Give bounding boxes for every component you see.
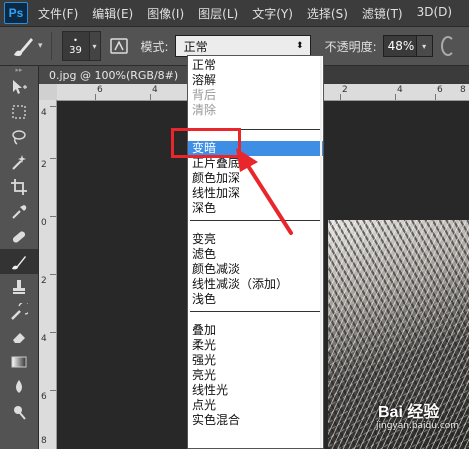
opacity-label: 不透明度: xyxy=(324,39,377,54)
blend-hard-light[interactable]: 强光 xyxy=(188,353,323,368)
menu-file[interactable]: 文件(F) xyxy=(38,5,78,22)
ruler-tick-label: 4 xyxy=(397,85,403,95)
divider xyxy=(50,32,52,60)
blend-normal[interactable]: 正常 xyxy=(188,58,323,73)
brush-tool-preset-icon[interactable] xyxy=(10,33,36,59)
tools-panel: ▸▸ xyxy=(0,66,39,449)
blend-mode-dropdown: 正常 溶解 背后 清除 变暗 正片叠底 颜色加深 线性加深 深色 变亮 滤色 颜… xyxy=(187,55,324,449)
blend-color-dodge[interactable]: 颜色减淡 xyxy=(188,262,323,277)
ruler-tick-label: 2 xyxy=(342,85,348,95)
menu-layer[interactable]: 图层(L) xyxy=(198,5,238,22)
mode-label: 模式: xyxy=(140,39,169,54)
lasso-tool-icon[interactable] xyxy=(0,124,38,149)
ruler-tick xyxy=(50,332,56,333)
ruler-tick xyxy=(50,390,56,391)
menu-bar: Ps 文件(F) 编辑(E) 图像(I) 图层(L) 文字(Y) 选择(S) 滤… xyxy=(0,0,469,27)
eyedropper-tool-icon[interactable] xyxy=(0,199,38,224)
pressure-opacity-icon[interactable] xyxy=(440,36,455,56)
ruler-tick xyxy=(50,158,56,159)
menu-scrollbar[interactable] xyxy=(320,56,322,448)
ruler-tick xyxy=(50,106,56,107)
blend-overlay[interactable]: 叠加 xyxy=(188,323,323,338)
menu-image[interactable]: 图像(I) xyxy=(147,5,184,22)
brush-size-caret-icon[interactable]: ▾ xyxy=(89,31,101,61)
menu-select[interactable]: 选择(S) xyxy=(307,5,348,22)
blend-hard-mix[interactable]: 实色混合 xyxy=(188,413,323,428)
ruler-tick-label: 6 xyxy=(97,85,103,95)
blend-pin-light[interactable]: 点光 xyxy=(188,398,323,413)
ruler-tick xyxy=(150,94,151,100)
opacity-input[interactable]: 48% xyxy=(382,35,417,57)
blend-linear-dodge[interactable]: 线性减淡（添加） xyxy=(188,277,323,292)
baidu-watermark: Bai 经验 xyxy=(378,404,440,421)
ruler-tick-label: 2 xyxy=(41,276,47,286)
blend-clear: 清除 xyxy=(192,103,217,117)
blur-tool-icon[interactable] xyxy=(0,374,38,399)
annotation-highlight-box xyxy=(171,128,241,158)
ruler-tick xyxy=(50,216,56,217)
dodge-tool-icon[interactable] xyxy=(0,399,38,424)
photoshop-logo: Ps xyxy=(4,2,28,24)
magic-wand-tool-icon[interactable] xyxy=(0,149,38,174)
watermark-url: jingyan.baidu.com xyxy=(376,421,460,431)
mode-select[interactable]: 正常 ⬍ xyxy=(174,35,311,57)
blend-linear-burn[interactable]: 线性加深 xyxy=(188,186,323,201)
blend-darker-color[interactable]: 深色 xyxy=(188,201,323,216)
menu-divider xyxy=(190,220,321,221)
blend-screen[interactable]: 滤色 xyxy=(188,247,323,262)
ruler-tick xyxy=(435,94,436,100)
blend-color-burn[interactable]: 颜色加深 xyxy=(188,171,323,186)
panel-grip-icon[interactable]: ▸▸ xyxy=(0,66,38,74)
ruler-tick xyxy=(340,94,341,100)
ruler-tick-label: 4 xyxy=(41,108,47,118)
brush-tip-icon: • xyxy=(73,35,78,45)
mode-value: 正常 xyxy=(183,39,208,54)
blend-multiply[interactable]: 正片叠底 xyxy=(188,156,323,171)
ruler-tick-label: 6 xyxy=(437,85,443,95)
document-tab[interactable]: 0.jpg @ 100%(RGB/8#) xyxy=(39,66,189,84)
brush-size-value: 39 xyxy=(69,44,82,56)
healing-brush-tool-icon[interactable] xyxy=(0,224,38,249)
ruler-corner xyxy=(39,84,57,100)
ruler-tick xyxy=(50,274,56,275)
brush-preset-caret-icon[interactable]: ▾ xyxy=(38,41,43,51)
ruler-tick xyxy=(395,94,396,100)
ruler-tick-label: 4 xyxy=(152,85,158,95)
opacity-caret-icon[interactable]: ▾ xyxy=(416,35,433,57)
menu-type[interactable]: 文字(Y) xyxy=(252,5,293,22)
menu-filter[interactable]: 滤镜(T) xyxy=(362,5,403,22)
ruler-tick-label: 8 xyxy=(41,436,47,446)
ruler-tick-label: 0 xyxy=(41,218,47,228)
blend-dissolve[interactable]: 溶解 xyxy=(188,73,323,88)
menu-3d[interactable]: 3D(D) xyxy=(417,5,452,22)
brush-size-picker[interactable]: • 39 xyxy=(61,31,90,61)
ruler-tick-label: 2 xyxy=(41,160,47,170)
eraser-tool-icon[interactable] xyxy=(0,324,38,349)
blend-lighter-color[interactable]: 浅色 xyxy=(188,292,323,307)
menu-items: 文件(F) 编辑(E) 图像(I) 图层(L) 文字(Y) 选择(S) 滤镜(T… xyxy=(38,5,466,22)
blend-behind: 背后 xyxy=(192,88,217,102)
blend-soft-light[interactable]: 柔光 xyxy=(188,338,323,353)
ruler-tick-label: 8 xyxy=(460,85,466,95)
crop-tool-icon[interactable] xyxy=(0,174,38,199)
select-arrows-icon: ⬍ xyxy=(296,41,304,51)
history-brush-tool-icon[interactable] xyxy=(0,299,38,324)
vertical-ruler: 4 2 0 2 4 6 8 xyxy=(39,100,57,449)
blend-vivid-light[interactable]: 亮光 xyxy=(188,368,323,383)
gradient-tool-icon[interactable] xyxy=(0,349,38,374)
menu-divider xyxy=(190,311,321,312)
move-tool-icon[interactable] xyxy=(0,74,38,99)
brush-panel-toggle-icon[interactable] xyxy=(109,36,129,56)
stamp-tool-icon[interactable] xyxy=(0,274,38,299)
menu-edit[interactable]: 编辑(E) xyxy=(92,5,133,22)
ruler-tick xyxy=(95,94,96,100)
ruler-tick-label: 6 xyxy=(41,392,47,402)
blend-lighten[interactable]: 变亮 xyxy=(188,232,323,247)
brush-tool-icon[interactable] xyxy=(0,249,38,274)
blend-linear-light[interactable]: 线性光 xyxy=(188,383,323,398)
ruler-tick-label: 4 xyxy=(41,334,47,344)
marquee-tool-icon[interactable] xyxy=(0,99,38,124)
